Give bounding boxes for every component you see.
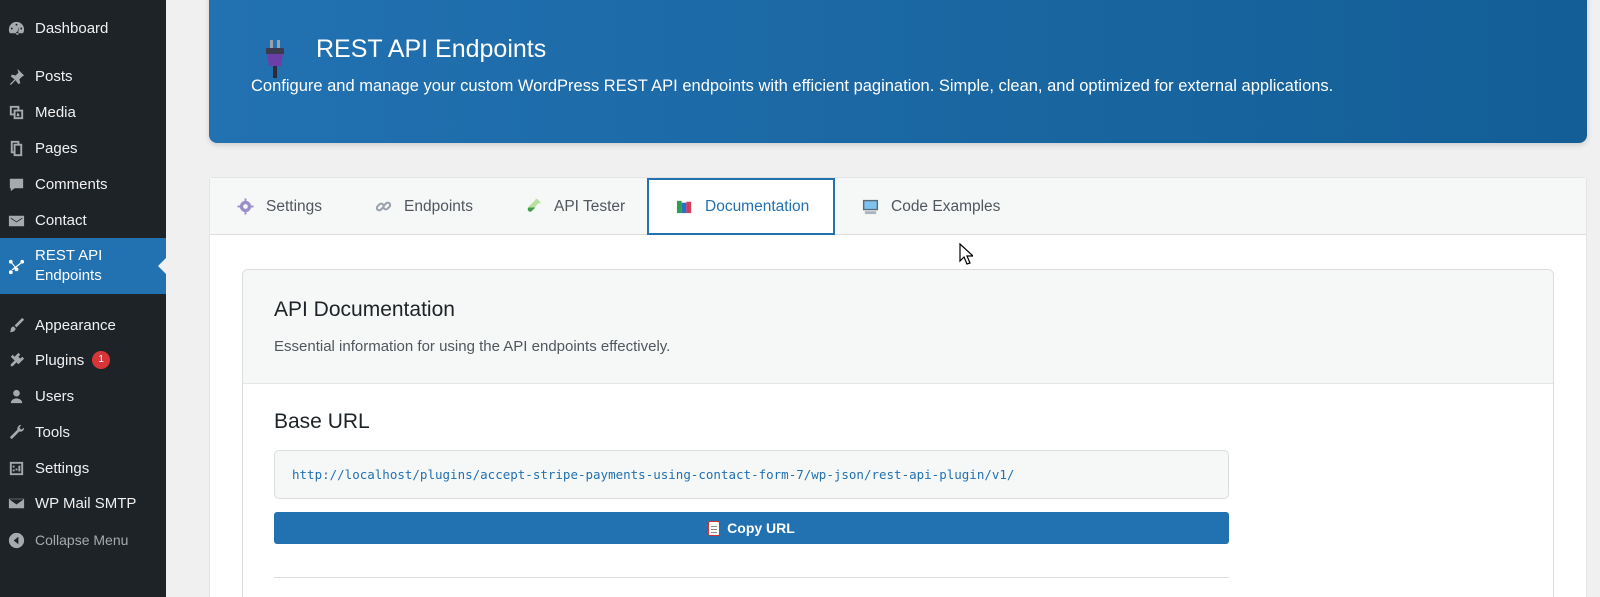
pin-icon bbox=[6, 66, 26, 86]
mail-smtp-icon bbox=[6, 493, 26, 513]
copy-url-label: Copy URL bbox=[727, 520, 795, 536]
admin-sidebar: Dashboard Posts Media Pages Comments Con… bbox=[0, 0, 166, 597]
sidebar-item-comments[interactable]: Comments bbox=[0, 172, 166, 196]
sidebar-item-label: Users bbox=[35, 387, 75, 405]
sidebar-item-media[interactable]: Media bbox=[0, 100, 166, 124]
wrench-icon bbox=[6, 422, 26, 442]
pages-icon bbox=[6, 138, 26, 158]
sidebar-item-label: REST API Endpoints bbox=[35, 246, 102, 286]
sidebar-item-wp-mail-smtp[interactable]: WP Mail SMTP bbox=[0, 491, 166, 515]
base-url-heading: Base URL bbox=[274, 410, 370, 433]
page-title: REST API Endpoints bbox=[316, 35, 547, 63]
update-count-badge: 1 bbox=[92, 351, 111, 369]
tab-label: Settings bbox=[266, 197, 323, 215]
documentation-header: API Documentation Essential information … bbox=[243, 270, 1553, 384]
plugin-icon bbox=[6, 350, 26, 370]
tab-label: Endpoints bbox=[404, 197, 473, 215]
tab-documentation[interactable]: Documentation bbox=[647, 178, 836, 235]
tab-api-tester[interactable]: API Tester bbox=[524, 178, 625, 235]
comments-icon bbox=[6, 174, 26, 194]
settings-icon bbox=[6, 458, 26, 478]
sidebar-item-label: Plugins bbox=[35, 351, 85, 369]
sidebar-item-rest-api-endpoints[interactable]: REST API Endpoints bbox=[0, 238, 166, 294]
sidebar-item-appearance[interactable]: Appearance bbox=[0, 313, 166, 337]
link-icon bbox=[374, 198, 392, 216]
gear-icon bbox=[236, 198, 254, 216]
sidebar-item-label: Collapse Menu bbox=[35, 532, 129, 548]
tab-label: Code Examples bbox=[891, 197, 1001, 215]
documentation-card: API Documentation Essential information … bbox=[242, 269, 1554, 597]
sidebar-item-label: Pages bbox=[35, 139, 78, 157]
sidebar-item-label: Appearance bbox=[35, 316, 116, 334]
sidebar-item-settings[interactable]: Settings bbox=[0, 456, 166, 480]
tab-label: Documentation bbox=[705, 197, 810, 215]
media-icon bbox=[6, 102, 26, 122]
mail-icon bbox=[6, 210, 26, 230]
label-line-2: Endpoints bbox=[35, 267, 102, 284]
tab-settings[interactable]: Settings bbox=[236, 178, 322, 235]
plug-icon bbox=[266, 40, 284, 78]
sidebar-item-label: Comments bbox=[35, 175, 108, 193]
clipboard-icon bbox=[708, 520, 721, 536]
users-icon bbox=[6, 386, 26, 406]
sidebar-item-contact[interactable]: Contact bbox=[0, 208, 166, 232]
sidebar-item-tools[interactable]: Tools bbox=[0, 420, 166, 444]
base-url-code[interactable]: http://localhost/plugins/accept-stripe-p… bbox=[274, 450, 1229, 499]
label-line-1: REST API bbox=[35, 247, 103, 264]
sidebar-item-users[interactable]: Users bbox=[0, 384, 166, 408]
tab-endpoints[interactable]: Endpoints bbox=[374, 178, 473, 235]
sidebar-item-label: Settings bbox=[35, 459, 90, 477]
section-heading: API Documentation bbox=[274, 298, 455, 321]
sidebar-item-label: Contact bbox=[35, 211, 87, 229]
page-header-banner: REST API Endpoints Configure and manage … bbox=[209, 0, 1587, 143]
dashboard-icon bbox=[6, 18, 26, 38]
copy-url-button[interactable]: Copy URL bbox=[274, 512, 1229, 544]
section-subtitle: Essential information for using the API … bbox=[274, 338, 671, 355]
brush-icon bbox=[6, 315, 26, 335]
sidebar-collapse-menu[interactable]: Collapse Menu bbox=[0, 528, 166, 552]
collapse-icon bbox=[6, 530, 26, 550]
sidebar-item-label: Tools bbox=[35, 423, 71, 441]
page-description: Configure and manage your custom WordPre… bbox=[251, 77, 1334, 95]
test-tube-icon bbox=[524, 198, 542, 216]
divider bbox=[274, 577, 1229, 578]
sidebar-item-label: WP Mail SMTP bbox=[35, 494, 137, 512]
sidebar-item-plugins[interactable]: Plugins 1 bbox=[0, 348, 166, 372]
sidebar-item-dashboard[interactable]: Dashboard bbox=[0, 16, 166, 40]
books-icon bbox=[675, 198, 693, 216]
sidebar-item-label: Media bbox=[35, 103, 76, 121]
sidebar-item-label: Posts bbox=[35, 67, 73, 85]
active-arrow bbox=[158, 258, 166, 274]
tab-label: API Tester bbox=[554, 197, 626, 215]
api-icon bbox=[6, 256, 26, 276]
tab-bar: Settings Endpoints API Tester Documentat… bbox=[210, 178, 1586, 235]
computer-icon bbox=[861, 198, 879, 216]
sidebar-item-pages[interactable]: Pages bbox=[0, 136, 166, 160]
sidebar-item-posts[interactable]: Posts bbox=[0, 64, 166, 88]
tab-code-examples[interactable]: Code Examples bbox=[861, 178, 1000, 235]
mouse-cursor-icon bbox=[959, 243, 973, 265]
sidebar-item-label: Dashboard bbox=[35, 19, 109, 37]
